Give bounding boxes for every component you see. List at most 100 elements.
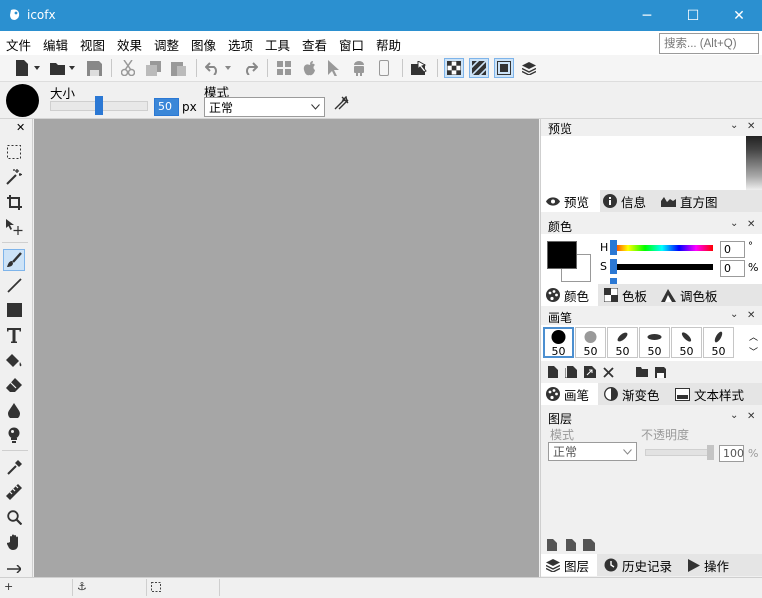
merge-layer-icon[interactable] — [583, 539, 595, 551]
saturation-slider-thumb[interactable] — [610, 259, 617, 274]
line-icon[interactable] — [3, 274, 25, 296]
tab-gradient[interactable]: 渐变色 — [604, 383, 660, 405]
checkerboard-background-icon[interactable] — [444, 58, 464, 78]
tab-history[interactable]: 历史记录 — [604, 554, 672, 576]
saturation-value-input[interactable]: 0 — [720, 260, 745, 277]
menu-help[interactable]: 帮助 — [376, 35, 401, 54]
scroll-up-chevron-icon[interactable]: ︿ — [749, 330, 758, 343]
cut-icon[interactable] — [118, 58, 138, 78]
tab-layers[interactable]: 图层 — [541, 554, 597, 576]
menu-options[interactable]: 选项 — [228, 35, 253, 54]
cursor-icon[interactable] — [324, 58, 344, 78]
opacity-value-input[interactable]: 100 — [719, 445, 744, 462]
hand-icon[interactable] — [3, 531, 25, 553]
scroll-down-chevron-icon[interactable]: ﹀ — [749, 345, 758, 358]
tab-brush[interactable]: 画笔 — [541, 383, 598, 405]
search-input[interactable] — [659, 33, 759, 54]
new-brush-icon[interactable] — [548, 366, 558, 378]
tab-preview[interactable]: 预览 — [541, 190, 600, 212]
menu-tools[interactable]: 工具 — [265, 35, 290, 54]
close-icon[interactable]: ✕ — [747, 219, 755, 230]
new-dropdown-chevron-icon[interactable] — [32, 58, 42, 78]
menu-view[interactable]: 视图 — [80, 35, 105, 54]
menu-edit[interactable]: 编辑 — [43, 35, 68, 54]
hue-value-input[interactable]: 0 — [720, 241, 745, 258]
opacity-slider[interactable] — [645, 449, 714, 456]
crop-icon[interactable] — [3, 191, 25, 213]
panel-menu-chevron-icon[interactable]: ⌄ — [730, 120, 738, 131]
delete-brush-icon[interactable] — [603, 366, 614, 378]
tab-histogram[interactable]: 直方图 — [661, 190, 718, 212]
open-dropdown-chevron-icon[interactable] — [67, 58, 77, 78]
preview-zoom-bar[interactable] — [746, 136, 762, 190]
duplicate-brush-icon[interactable] — [565, 366, 577, 378]
opacity-slider-thumb[interactable] — [707, 445, 714, 460]
menu-file[interactable]: 文件 — [6, 35, 31, 54]
menu-image[interactable]: 图像 — [191, 35, 216, 54]
minimize-button[interactable]: ─ — [624, 0, 670, 31]
tab-actions[interactable]: 操作 — [688, 554, 729, 576]
undo-dropdown-chevron-icon[interactable] — [223, 58, 233, 78]
hatched-pattern-icon[interactable] — [469, 58, 489, 78]
undo-icon[interactable] — [203, 58, 223, 78]
tab-color[interactable]: 颜色 — [541, 284, 598, 306]
eraser-icon[interactable] — [3, 374, 25, 396]
new-layer-icon[interactable] — [547, 539, 557, 551]
close-icon[interactable]: ✕ — [747, 310, 755, 321]
open-brushes-icon[interactable] — [636, 367, 648, 377]
brush-icon[interactable] — [3, 249, 25, 271]
menu-adjust[interactable]: 调整 — [154, 35, 179, 54]
close-icon[interactable]: ✕ — [16, 121, 25, 134]
dodge-bulb-icon[interactable] — [3, 424, 25, 446]
color-picker-icon[interactable] — [3, 456, 25, 478]
mode-select[interactable]: 正常 — [204, 97, 325, 117]
panel-menu-chevron-icon[interactable]: ⌄ — [730, 309, 738, 320]
close-icon[interactable]: ✕ — [747, 411, 755, 422]
move-icon[interactable] — [3, 216, 25, 238]
import-image-icon[interactable] — [409, 58, 429, 78]
more-tools-icon[interactable] — [3, 563, 25, 575]
zoom-icon[interactable] — [3, 506, 25, 528]
windows-icon[interactable] — [274, 58, 294, 78]
maximize-button[interactable]: ☐ — [670, 0, 716, 31]
close-button[interactable]: ✕ — [716, 0, 762, 31]
foreground-color-swatch[interactable] — [547, 241, 577, 269]
hue-slider[interactable] — [611, 245, 713, 251]
tab-info[interactable]: 信息 — [603, 190, 646, 212]
panel-menu-chevron-icon[interactable]: ⌄ — [730, 218, 738, 229]
redo-icon[interactable] — [240, 58, 260, 78]
duplicate-layer-icon[interactable] — [564, 539, 576, 551]
selection-frame-icon[interactable] — [494, 58, 514, 78]
panel-menu-chevron-icon[interactable]: ⌄ — [730, 410, 738, 421]
measure-icon[interactable] — [3, 481, 25, 503]
menu-effects[interactable]: 效果 — [117, 35, 142, 54]
layers-stack-icon[interactable] — [519, 58, 539, 78]
rectangle-shape-icon[interactable] — [3, 299, 25, 321]
hue-slider-thumb[interactable] — [610, 240, 617, 255]
paste-icon[interactable] — [168, 58, 188, 78]
menu-look[interactable]: 查看 — [302, 35, 327, 54]
mobile-icon[interactable] — [374, 58, 394, 78]
tab-swatches[interactable]: 色板 — [604, 284, 647, 306]
android-icon[interactable] — [349, 58, 369, 78]
new-file-icon[interactable] — [12, 58, 32, 78]
layer-mode-select[interactable]: 正常 — [548, 442, 637, 461]
canvas-area[interactable] — [34, 119, 539, 577]
close-icon[interactable]: ✕ — [747, 121, 755, 132]
save-icon[interactable] — [84, 58, 104, 78]
text-icon[interactable] — [3, 324, 25, 346]
size-slider-thumb[interactable] — [95, 96, 103, 115]
rectangle-select-icon[interactable] — [3, 141, 25, 163]
export-brush-icon[interactable] — [584, 366, 596, 378]
saturation-slider[interactable] — [611, 264, 713, 270]
tablet-pressure-icon[interactable] — [333, 94, 351, 112]
save-brushes-icon[interactable] — [655, 366, 666, 378]
menu-window[interactable]: 窗口 — [339, 35, 364, 54]
apple-icon[interactable] — [299, 58, 319, 78]
blur-drop-icon[interactable] — [3, 399, 25, 421]
tab-palette[interactable]: 调色板 — [661, 284, 718, 306]
paint-bucket-icon[interactable] — [3, 349, 25, 371]
size-value-input[interactable]: 50 — [154, 98, 179, 116]
open-folder-icon[interactable] — [48, 58, 68, 78]
magic-wand-icon[interactable] — [3, 166, 25, 188]
